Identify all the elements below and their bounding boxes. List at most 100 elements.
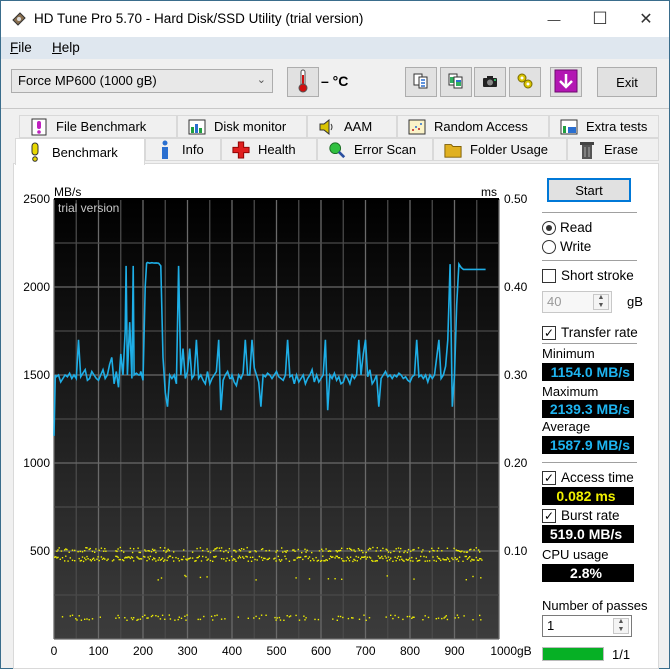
access-time-point	[126, 619, 128, 621]
access-time-point	[466, 558, 469, 560]
close-button[interactable]: ✕	[623, 1, 669, 37]
temperature-button[interactable]	[287, 67, 319, 97]
tab-health[interactable]: Health	[221, 138, 317, 161]
screenshot-button[interactable]	[474, 67, 506, 97]
access-time-point	[71, 549, 74, 551]
burst-rate-checkbox[interactable]: ✓ Burst rate	[542, 508, 620, 523]
access-time-point	[185, 575, 187, 578]
access-time-point	[400, 556, 402, 558]
access-time-point	[312, 558, 314, 560]
short-stroke-checkbox[interactable]: Short stroke	[542, 268, 634, 283]
minimize-button[interactable]: —	[531, 1, 577, 37]
access-time-point	[239, 556, 242, 559]
maximize-button[interactable]: ☐	[577, 1, 623, 37]
tab-random-access[interactable]: Random Access	[397, 115, 549, 138]
menu-file-accel: F	[10, 40, 19, 55]
access-time-point	[274, 557, 276, 559]
access-time-point	[116, 550, 118, 553]
access-time-point	[377, 555, 380, 557]
access-time-point	[475, 556, 477, 559]
access-time-point	[167, 548, 169, 551]
access-time-point	[104, 558, 106, 560]
access-time-point	[410, 560, 412, 562]
transfer-rate-checkbox[interactable]: ✓ Transfer rate	[542, 325, 638, 340]
spin-arrows[interactable]: ▲ ▼	[613, 618, 629, 634]
access-time-point	[348, 560, 351, 562]
copy-screenshot-button[interactable]	[440, 67, 472, 97]
access-time-point	[119, 558, 121, 561]
access-time-point	[84, 557, 86, 559]
access-time-point	[428, 551, 431, 553]
access-time-point	[87, 558, 89, 560]
tab-aam[interactable]: AAM	[307, 115, 397, 138]
tab-extra-tests[interactable]: Extra tests	[549, 115, 659, 138]
access-time-point	[100, 547, 103, 549]
access-time-point	[207, 550, 209, 553]
info-icon	[156, 140, 174, 159]
access-time-point	[397, 547, 400, 549]
tab-erase[interactable]: Erase	[567, 138, 659, 161]
access-time-point	[444, 616, 446, 618]
x-ticks: 0 100 200 300 400 500 600 700 800 900 1000gB	[51, 644, 532, 658]
read-radio[interactable]: Read	[542, 220, 592, 235]
drive-select[interactable]: Force MP600 (1000 gB) ⌄	[11, 69, 273, 93]
short-stroke-input[interactable]: 40 ▲ ▼	[542, 291, 612, 313]
access-time-point	[406, 551, 409, 554]
tab-info[interactable]: Info	[145, 138, 221, 161]
access-time-point	[175, 556, 177, 559]
tab-file-benchmark[interactable]: File Benchmark	[19, 115, 177, 138]
tab-benchmark[interactable]: Benchmark	[15, 138, 145, 165]
access-time-point	[329, 550, 332, 552]
copy-text-icon	[412, 72, 430, 93]
access-time-point	[299, 556, 302, 558]
access-time-point	[264, 557, 266, 560]
speaker-icon	[318, 118, 336, 136]
access-time-point	[412, 560, 414, 562]
access-time-point	[225, 560, 227, 562]
access-time-point	[154, 558, 156, 560]
access-time-point	[337, 615, 340, 618]
access-time-point	[420, 555, 422, 558]
tab-disk-monitor[interactable]: Disk monitor	[177, 115, 307, 138]
access-time-point	[186, 559, 188, 561]
short-stroke-label: Short stroke	[561, 268, 634, 283]
access-time-point	[243, 557, 245, 559]
tab-folder-usage[interactable]: Folder Usage	[433, 138, 567, 161]
exit-button[interactable]: Exit	[597, 67, 657, 97]
access-time-point	[305, 617, 307, 619]
divider	[542, 260, 637, 261]
access-time-point	[325, 559, 327, 561]
access-time-point	[438, 558, 441, 560]
access-time-point	[71, 614, 74, 616]
access-time-checkbox[interactable]: ✓ Access time	[542, 470, 634, 485]
access-time-point	[218, 547, 221, 549]
start-button[interactable]: Start	[547, 178, 631, 202]
access-time-point	[206, 576, 208, 578]
x-tick-label: 0	[51, 644, 58, 658]
tab-error-scan[interactable]: Error Scan	[317, 138, 433, 161]
access-time-point	[94, 551, 96, 553]
access-time-point	[164, 618, 166, 620]
access-time-point	[278, 559, 281, 561]
menu-file[interactable]: File	[10, 40, 32, 55]
access-time-point	[386, 549, 388, 551]
tab-label: Info	[182, 142, 204, 157]
options-button[interactable]	[509, 67, 541, 97]
access-time-point	[308, 556, 311, 558]
menu-help[interactable]: Help	[52, 40, 80, 55]
write-radio[interactable]: Write	[542, 239, 591, 254]
access-time-point	[96, 558, 98, 560]
access-time-point	[232, 559, 234, 561]
copy-text-button[interactable]	[405, 67, 437, 97]
access-time-point	[98, 559, 100, 562]
access-time-point	[94, 559, 96, 561]
exit-button-label: Exit	[616, 74, 638, 90]
access-time-point	[57, 556, 59, 559]
y2-tick-label: 0.20	[504, 456, 528, 470]
access-time-point	[161, 557, 164, 559]
passes-input[interactable]: 1 ▲ ▼	[542, 615, 632, 637]
tab-label: File Benchmark	[56, 119, 147, 134]
save-button[interactable]	[550, 67, 582, 97]
spin-arrows[interactable]: ▲ ▼	[593, 294, 609, 310]
tab-label: Erase	[604, 142, 638, 157]
